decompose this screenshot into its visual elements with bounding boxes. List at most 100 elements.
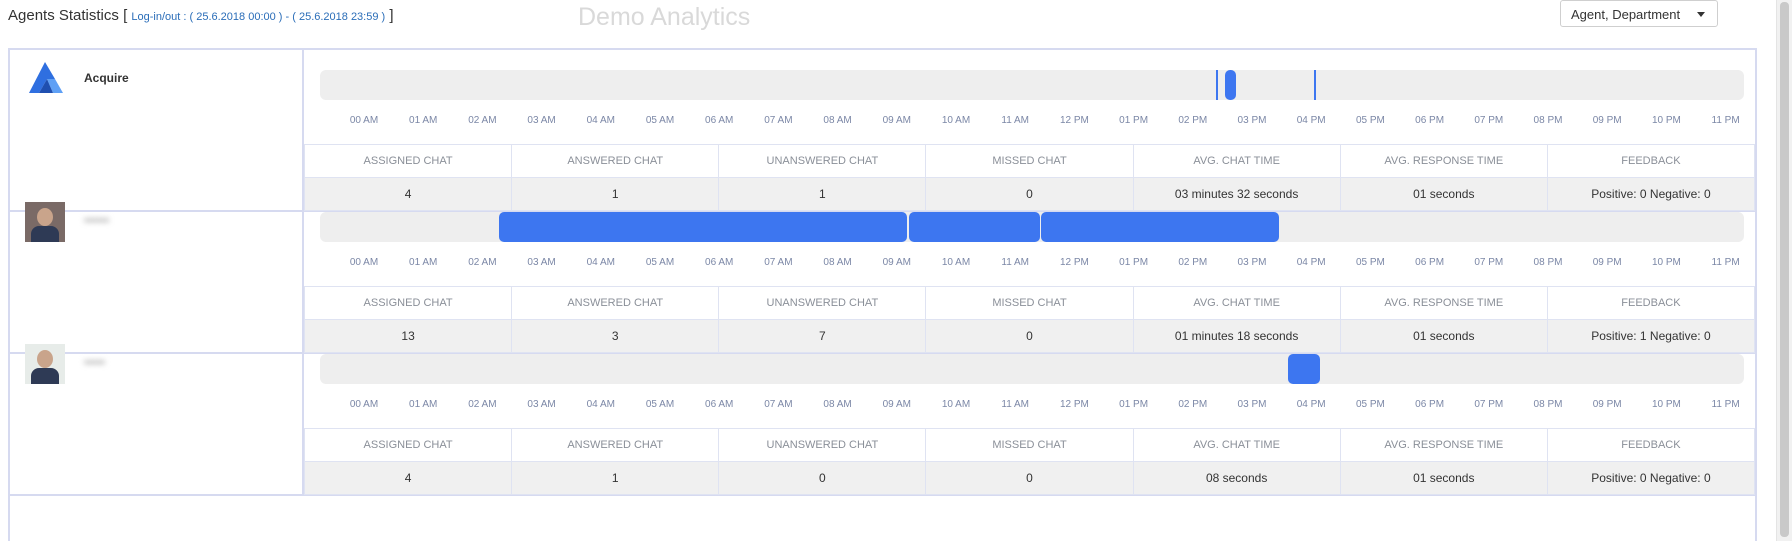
hour-label: 03 AM [527,257,556,268]
hour-label: 04 AM [586,399,615,410]
agent-name[interactable]: •••••• [84,213,109,227]
column-header: FEEDBACK [1546,286,1756,320]
hour-label: 05 PM [1355,399,1385,410]
hour-label: 10 PM [1651,115,1681,126]
activity-segment[interactable] [1287,354,1321,384]
hour-label: 06 PM [1415,399,1445,410]
hour-label: 02 PM [1178,115,1208,126]
hour-label: 11 AM [1001,115,1029,126]
agent-name[interactable]: Acquire [84,71,129,85]
stat-value: 01 seconds [1339,461,1548,495]
hour-label: 02 AM [468,257,497,268]
hour-label: 08 PM [1533,399,1563,410]
chevron-down-icon [1697,12,1705,17]
hour-label: 05 AM [645,257,675,268]
hour-label: 04 PM [1296,115,1326,126]
agent-name[interactable]: ••••• [84,355,105,369]
hour-label: 03 AM [527,115,556,126]
agent-row: Acquire 00 AM 01 AM 02 AM 03 AM 04 AM 05 AM 06… [10,50,1756,212]
hour-label: 01 PM [1119,115,1149,126]
agent-info: •••••• [10,192,304,352]
activity-segment[interactable] [1216,70,1219,100]
hour-label: 03 PM [1237,399,1267,410]
column-header: ANSWERED CHAT [511,286,720,320]
activity-segment[interactable] [498,212,908,242]
hour-label: 03 PM [1237,115,1267,126]
hour-label: 06 PM [1415,115,1445,126]
hour-label: 03 PM [1237,257,1267,268]
hour-label: 01 AM [409,115,438,126]
activity-segment[interactable] [908,212,1041,242]
column-header: MISSED CHAT [925,428,1134,462]
column-header: AVG. RESPONSE TIME [1339,144,1548,178]
column-header: AVG. CHAT TIME [1132,144,1341,178]
hour-label: 04 PM [1296,399,1326,410]
column-header: MISSED CHAT [925,144,1134,178]
hour-label: 06 AM [705,257,734,268]
hour-label: 08 AM [823,257,852,268]
activity-segment[interactable] [1041,212,1279,242]
hour-label: 08 AM [823,399,852,410]
hour-label: 09 PM [1592,257,1622,268]
hour-label: 09 AM [882,115,911,126]
hour-label: 08 PM [1533,257,1563,268]
hour-label: 06 AM [705,399,734,410]
timeline-hour-axis: 00 AM 01 AM 02 AM 03 AM 04 AM 05 AM 06 AM 07 AM… [320,257,1744,271]
hour-label: 09 PM [1592,115,1622,126]
agent-info: ••••• [10,334,304,494]
timeline-hour-axis: 00 AM 01 AM 02 AM 03 AM 04 AM 05 AM 06 AM 07 AM… [320,115,1744,129]
column-header: AVG. CHAT TIME [1132,286,1341,320]
stat-value: 4 [303,461,513,495]
hour-label: 07 AM [764,257,793,268]
stats-header-row: ASSIGNED CHAT ANSWERED CHAT UNANSWERED CHA… [303,428,1756,462]
activity-segment[interactable] [1314,70,1317,100]
hour-label: 07 PM [1474,257,1504,268]
hour-label: 00 AM [349,115,379,126]
hour-label: 05 AM [645,399,675,410]
hour-label: 11 PM [1711,257,1740,268]
demo-watermark: Demo Analytics [578,3,751,31]
stat-value: 1 [511,461,720,495]
column-header: UNANSWERED CHAT [718,144,927,178]
hour-label: 05 AM [645,115,675,126]
hour-label: 11 PM [1711,115,1740,126]
activity-segment[interactable] [1225,70,1236,100]
hour-label: 02 AM [468,115,497,126]
group-by-select[interactable]: Agent, Department [1560,0,1718,27]
hour-label: 08 PM [1533,115,1563,126]
vertical-scrollbar[interactable] [1776,0,1792,541]
timeline-hour-axis: 00 AM 01 AM 02 AM 03 AM 04 AM 05 AM 06 AM 07 AM… [320,399,1744,413]
hour-label: 01 AM [409,399,438,410]
column-header: FEEDBACK [1546,144,1756,178]
column-header: UNANSWERED CHAT [718,286,927,320]
agent-row: •••••• 00 AM 01 AM 02 AM 03 AM 04 AM 05 AM 06 … [10,192,1756,354]
column-header: FEEDBACK [1546,428,1756,462]
acquire-logo-icon [29,62,63,93]
stats-header-row: ASSIGNED CHAT ANSWERED CHAT UNANSWERED CHA… [303,144,1756,178]
group-by-value: Agent, Department [1571,7,1681,22]
column-header: ASSIGNED CHAT [303,286,513,320]
agent-stats-table: ASSIGNED CHAT ANSWERED CHAT UNANSWERED CHA… [303,428,1756,495]
column-header: MISSED CHAT [925,286,1134,320]
hour-label: 08 AM [823,115,852,126]
hour-label: 00 AM [349,399,379,410]
hour-label: 07 AM [764,399,793,410]
activity-timeline [320,354,1744,384]
hour-label: 10 AM [941,115,971,126]
agent-info: Acquire [10,50,304,210]
page-header: Agents Statistics [ Log-in/out : ( 25.6.… [0,0,1792,44]
hour-label: 07 PM [1474,115,1504,126]
hour-label: 12 PM [1059,257,1089,268]
column-header: UNANSWERED CHAT [718,428,927,462]
hour-label: 04 AM [586,257,615,268]
hour-label: 01 PM [1119,399,1149,410]
hour-label: 02 PM [1178,257,1208,268]
activity-timeline [320,70,1744,100]
hour-label: 05 PM [1355,115,1385,126]
hour-label: 07 AM [764,115,793,126]
hour-label: 09 AM [882,257,911,268]
hour-label: 06 PM [1415,257,1445,268]
scrollbar-thumb[interactable] [1780,2,1789,537]
stats-header-row: ASSIGNED CHAT ANSWERED CHAT UNANSWERED CHA… [303,286,1756,320]
hour-label: 02 AM [468,399,497,410]
